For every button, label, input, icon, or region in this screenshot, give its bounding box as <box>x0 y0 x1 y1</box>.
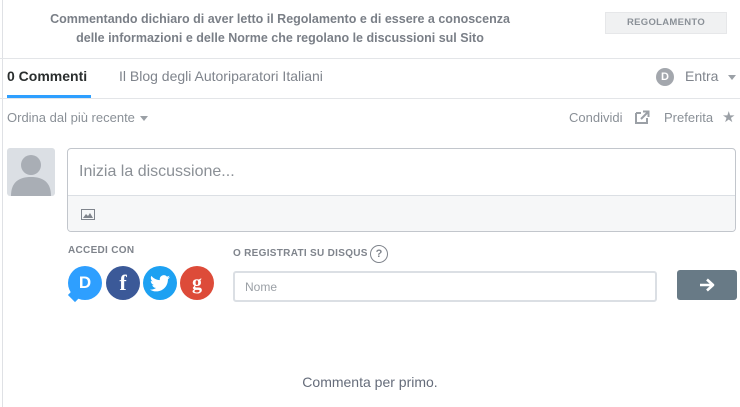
favorite-button[interactable]: Preferita <box>664 110 713 125</box>
notice-line-1: Commentando dichiaro di aver letto il Re… <box>50 12 510 26</box>
avatar <box>7 148 55 196</box>
rules-notice: Commentando dichiaro di aver letto il Re… <box>0 0 740 58</box>
tab-comments[interactable]: 0 Commenti <box>7 68 87 84</box>
empty-comments-message: Commenta per primo. <box>302 374 438 390</box>
comment-input[interactable]: Inizia la discussione... <box>79 163 235 181</box>
login-label: Entra <box>685 68 719 84</box>
submit-button[interactable] <box>677 270 737 300</box>
comment-composer[interactable]: Inizia la discussione... <box>67 148 736 232</box>
login-with-label: ACCEDI CON <box>68 245 135 256</box>
google-icon: g <box>192 272 202 294</box>
register-label: O REGISTRATI SU DISQUS <box>233 248 368 259</box>
star-icon[interactable]: ★ <box>722 108 735 126</box>
disqus-icon: D <box>78 273 92 292</box>
tab-community[interactable]: Il Blog degli Autoriparatori Italiani <box>119 68 323 84</box>
share-icon[interactable] <box>635 110 650 124</box>
google-login-button[interactable]: g <box>180 266 214 300</box>
disqus-logo-icon: D <box>656 68 674 86</box>
rules-button[interactable]: REGOLAMENTO <box>605 12 727 34</box>
arrow-right-icon <box>700 278 715 292</box>
chevron-down-icon <box>728 75 736 80</box>
composer-toolbar <box>68 195 735 231</box>
image-icon[interactable] <box>81 209 95 220</box>
chevron-down-icon <box>139 116 148 122</box>
twitter-bird-icon <box>150 275 170 292</box>
notice-text: Commentando dichiaro di aver letto il Re… <box>30 10 530 48</box>
divider <box>0 98 740 99</box>
sort-dropdown[interactable]: Ordina dal più recente <box>7 110 148 125</box>
disqus-login-button[interactable]: D <box>67 266 102 303</box>
help-icon[interactable]: ? <box>370 245 388 263</box>
facebook-login-button[interactable]: f <box>106 266 140 300</box>
sort-label: Ordina dal più recente <box>7 110 135 125</box>
facebook-icon: f <box>119 270 127 295</box>
left-border <box>2 0 3 407</box>
twitter-login-button[interactable] <box>143 266 177 300</box>
name-input[interactable] <box>233 271 657 302</box>
user-silhouette-icon <box>11 155 51 196</box>
share-button[interactable]: Condividi <box>569 110 622 125</box>
notice-line-2: delle informazioni e delle Norme che reg… <box>76 31 484 45</box>
divider <box>0 58 740 59</box>
